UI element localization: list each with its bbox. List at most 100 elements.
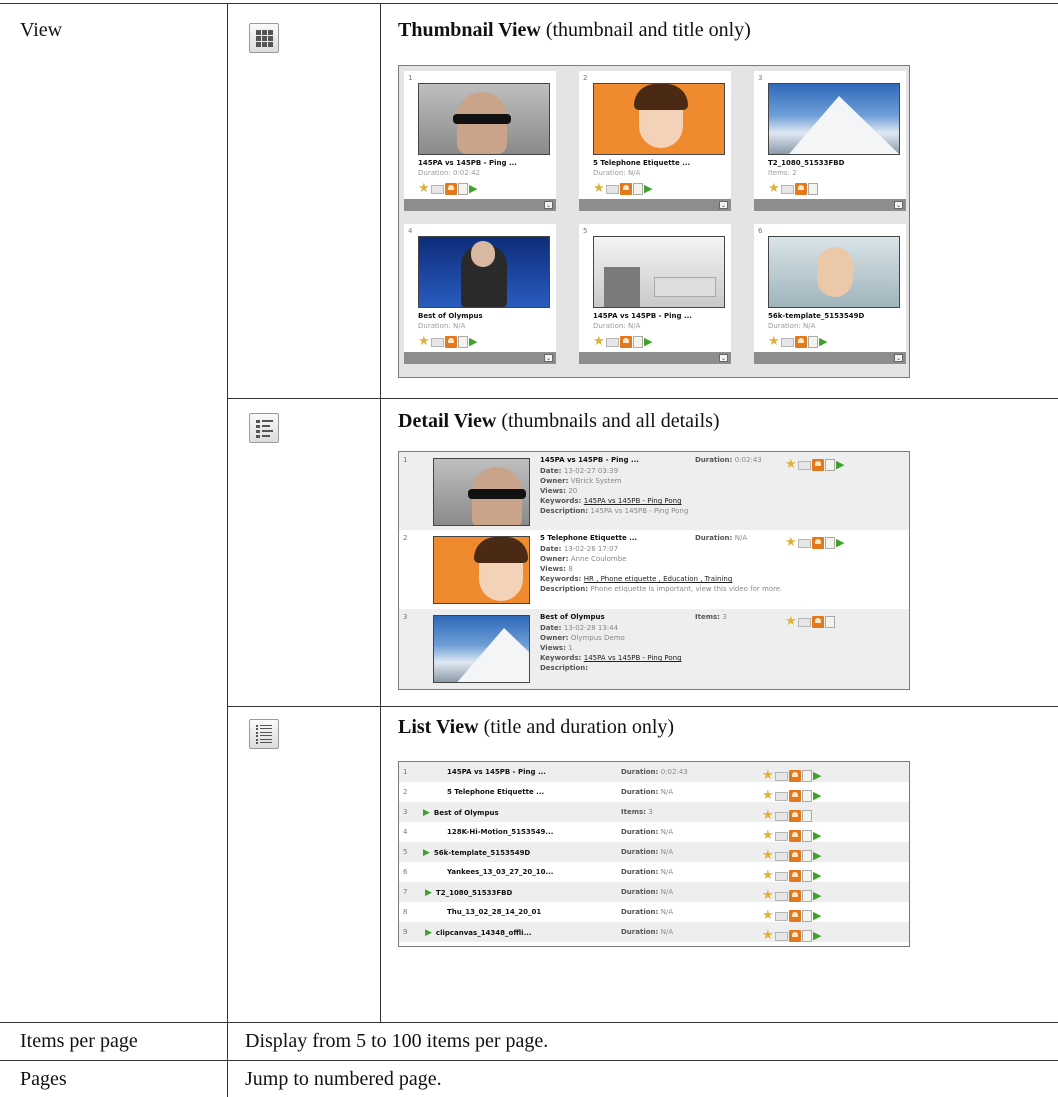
share-email-icon[interactable] [606, 338, 619, 347]
list-row[interactable]: 6 Yankees_13_03_27_20_10... Duration: N/A ★… [399, 862, 909, 882]
share-email-icon[interactable] [775, 832, 788, 841]
play-icon[interactable]: ▶ [836, 536, 848, 549]
favorite-star-icon[interactable]: ★ [762, 849, 774, 862]
favorite-star-icon[interactable]: ★ [418, 182, 430, 195]
row-title[interactable]: ▶ T2_1080_51533FBD [425, 888, 512, 898]
tile-title[interactable]: T2_1080_51533FBD [768, 159, 844, 167]
share-email-icon[interactable] [798, 461, 811, 470]
clipboard-icon[interactable] [825, 536, 835, 549]
play-icon[interactable]: ▶ [813, 829, 825, 842]
play-icon[interactable]: ▶ [813, 889, 825, 902]
list-view-icon[interactable] [249, 719, 279, 749]
share-email-icon[interactable] [775, 792, 788, 801]
row-title[interactable]: ▶ 56k-template_5153549D [423, 848, 530, 858]
list-row[interactable]: 1 145PA vs 145PB - Ping ... Duration: 0:02… [399, 762, 909, 782]
owner-icon[interactable] [795, 335, 807, 348]
clipboard-icon[interactable] [633, 182, 643, 195]
share-email-icon[interactable] [775, 892, 788, 901]
thumbnail-tile[interactable]: 5 145PA vs 145PB - Ping ... Duration: N/A ★… [579, 224, 731, 364]
clipboard-icon[interactable] [825, 458, 835, 471]
tile-thumbnail-image[interactable] [418, 236, 550, 308]
tile-menu-dropdown[interactable]: ⌄ [894, 354, 903, 362]
favorite-star-icon[interactable]: ★ [785, 536, 797, 549]
row-title[interactable]: ▶ clipcanvas_14348_offli... [425, 928, 532, 938]
clipboard-icon[interactable] [808, 335, 818, 348]
detail-row[interactable]: 1 145PA vs 145PB - Ping ... Date: 13-02-27… [399, 452, 909, 530]
play-icon[interactable]: ▶ [813, 849, 825, 862]
thumbnail-tile[interactable]: 25 Telephone Etiquette ... Duration: N/A ★… [579, 71, 731, 211]
list-row[interactable]: 5 ▶ 56k-template_5153549D Duration: N/A ★ ▶ [399, 842, 909, 862]
owner-icon[interactable] [620, 182, 632, 195]
play-icon[interactable]: ▶ [813, 929, 825, 942]
list-row[interactable]: 9 ▶ clipcanvas_14348_offli... Duration: N/A… [399, 922, 909, 942]
share-email-icon[interactable] [775, 772, 788, 781]
share-email-icon[interactable] [775, 812, 788, 821]
tile-menu-dropdown[interactable]: ⌄ [894, 201, 903, 209]
share-email-icon[interactable] [431, 338, 444, 347]
share-email-icon[interactable] [775, 852, 788, 861]
clipboard-icon[interactable] [808, 182, 818, 195]
favorite-star-icon[interactable]: ★ [593, 182, 605, 195]
owner-icon[interactable] [789, 929, 801, 942]
play-icon[interactable]: ▶ [813, 869, 825, 882]
row-title[interactable]: 145PA vs 145PB - Ping ... [540, 456, 639, 464]
owner-icon[interactable] [789, 829, 801, 842]
grid-view-icon[interactable] [249, 23, 279, 53]
play-icon[interactable]: ▶ [813, 909, 825, 922]
tile-thumbnail-image[interactable] [593, 236, 725, 308]
clipboard-icon[interactable] [802, 829, 812, 842]
favorite-star-icon[interactable]: ★ [768, 335, 780, 348]
keyword-link[interactable]: 145PA vs 145PB - Ping Pong [584, 497, 682, 505]
thumbnail-tile[interactable]: 6 56k-template_5153549D Duration: N/A ★ ▶ ⌄ [754, 224, 906, 364]
detail-row[interactable]: 3 Best of Olympus Date: 13-02-28 13:44 Owne… [399, 609, 909, 689]
play-icon[interactable]: ▶ [644, 182, 656, 195]
share-email-icon[interactable] [798, 618, 811, 627]
clipboard-icon[interactable] [802, 909, 812, 922]
favorite-star-icon[interactable]: ★ [785, 458, 797, 471]
favorite-star-icon[interactable]: ★ [762, 809, 774, 822]
row-thumbnail-image[interactable] [433, 536, 530, 604]
owner-icon[interactable] [795, 182, 807, 195]
owner-icon[interactable] [789, 869, 801, 882]
clipboard-icon[interactable] [802, 929, 812, 942]
list-row[interactable]: 2 5 Telephone Etiquette ... Duration: N/A ★… [399, 782, 909, 802]
tile-menu-dropdown[interactable]: ⌄ [544, 201, 553, 209]
favorite-star-icon[interactable]: ★ [593, 335, 605, 348]
clipboard-icon[interactable] [802, 849, 812, 862]
favorite-star-icon[interactable]: ★ [762, 789, 774, 802]
row-thumbnail-image[interactable] [433, 458, 530, 526]
share-email-icon[interactable] [775, 872, 788, 881]
favorite-star-icon[interactable]: ★ [762, 769, 774, 782]
row-title[interactable]: Thu_13_02_28_14_20_01 [447, 908, 541, 916]
play-icon[interactable]: ▶ [469, 182, 481, 195]
clipboard-icon[interactable] [825, 615, 835, 628]
row-title[interactable]: Best of Olympus [540, 613, 605, 621]
favorite-star-icon[interactable]: ★ [762, 909, 774, 922]
keyword-link[interactable]: HR , Phone etiquette , Education , Train… [584, 575, 733, 583]
clipboard-icon[interactable] [802, 869, 812, 882]
tile-title[interactable]: Best of Olympus [418, 312, 483, 320]
share-email-icon[interactable] [781, 185, 794, 194]
owner-icon[interactable] [812, 615, 824, 628]
row-title[interactable]: 145PA vs 145PB - Ping ... [447, 768, 546, 776]
tile-thumbnail-image[interactable] [768, 236, 900, 308]
row-title[interactable]: 128K-Hi-Motion_5153549... [447, 828, 553, 836]
list-row[interactable]: 8 Thu_13_02_28_14_20_01 Duration: N/A ★ ▶ [399, 902, 909, 922]
owner-icon[interactable] [789, 789, 801, 802]
tile-title[interactable]: 5 Telephone Etiquette ... [593, 159, 690, 167]
owner-icon[interactable] [789, 809, 801, 822]
favorite-star-icon[interactable]: ★ [762, 869, 774, 882]
tile-menu-dropdown[interactable]: ⌄ [544, 354, 553, 362]
play-icon[interactable]: ▶ [813, 789, 825, 802]
play-icon[interactable]: ▶ [425, 888, 432, 898]
favorite-star-icon[interactable]: ★ [762, 829, 774, 842]
tile-title[interactable]: 145PA vs 145PB - Ping ... [418, 159, 517, 167]
owner-icon[interactable] [620, 335, 632, 348]
play-icon[interactable]: ▶ [813, 769, 825, 782]
play-icon[interactable]: ▶ [819, 335, 831, 348]
play-icon[interactable]: ▶ [425, 928, 432, 938]
row-title[interactable]: ▶ Best of Olympus [423, 808, 499, 818]
clipboard-icon[interactable] [802, 769, 812, 782]
clipboard-icon[interactable] [802, 889, 812, 902]
owner-icon[interactable] [812, 536, 824, 549]
